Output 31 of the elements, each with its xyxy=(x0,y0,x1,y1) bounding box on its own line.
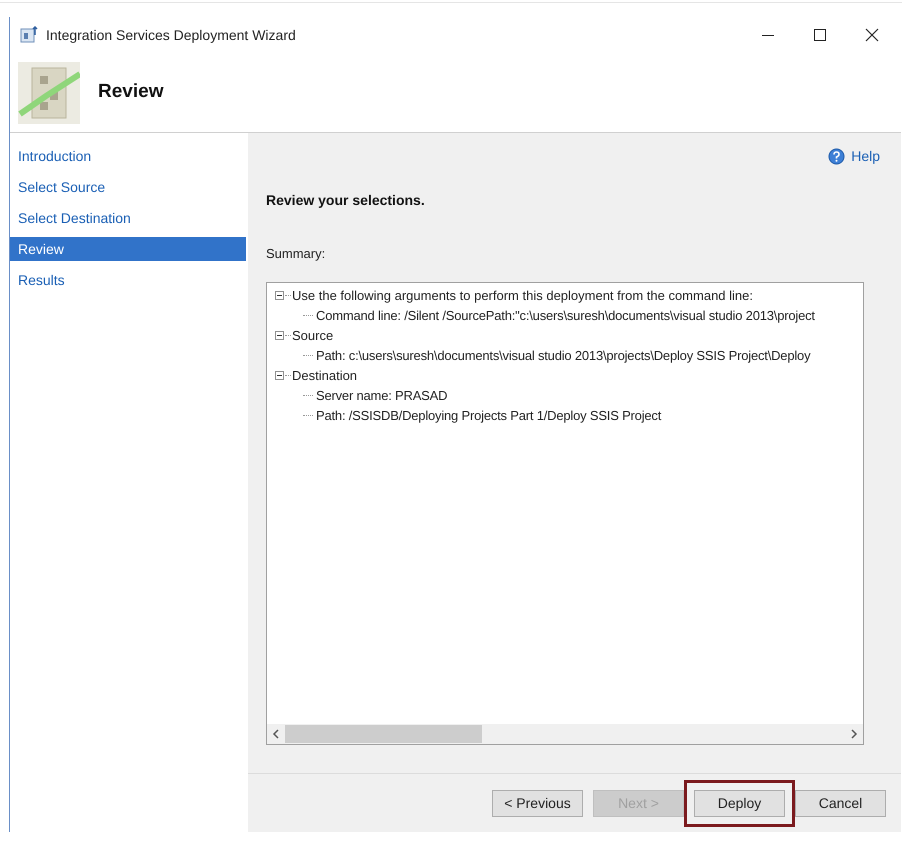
wizard-button[interactable]: < Previous xyxy=(492,790,583,816)
app-icon xyxy=(20,26,38,44)
sidebar-item[interactable]: Results xyxy=(10,268,246,292)
help-link[interactable]: Help xyxy=(828,146,880,167)
tree-node[interactable]: Use the following arguments to perform this deployment from the command line: xyxy=(292,286,753,306)
help-icon xyxy=(828,148,846,165)
close-icon[interactable] xyxy=(865,28,879,42)
horizontal-scrollbar[interactable] xyxy=(267,724,863,744)
tree-node[interactable]: Server name: PRASAD xyxy=(316,386,448,406)
wizard-button[interactable]: Deploy xyxy=(694,790,785,816)
summary-label: Summary: xyxy=(266,245,326,263)
tree-node[interactable]: Destination xyxy=(292,366,358,386)
scrollbar-thumb[interactable] xyxy=(285,724,482,742)
collapse-icon[interactable] xyxy=(275,371,284,380)
tree-node[interactable]: Path: c:\users\suresh\documents\visual studio 2013\projects\Deploy SSIS Project\Deploy xyxy=(316,346,810,366)
collapse-icon[interactable] xyxy=(275,331,284,340)
tree-node[interactable]: Source xyxy=(292,326,334,346)
scroll-left-icon[interactable] xyxy=(272,728,280,738)
window-title: Integration Services Deployment Wizard xyxy=(46,26,296,45)
tree-node[interactable]: Path: /SSISDB/Deploying Projects Part 1/Deploy SSIS Project xyxy=(316,406,662,426)
sidebar-item[interactable]: Select Destination xyxy=(10,206,246,230)
section-heading: Review your selections. xyxy=(266,191,426,210)
page-heading: Review xyxy=(98,80,164,104)
sidebar-item[interactable]: Introduction xyxy=(10,144,246,168)
sidebar-item[interactable]: Review xyxy=(10,237,246,261)
wizard-button[interactable]: Cancel xyxy=(795,790,886,816)
scroll-right-icon[interactable] xyxy=(850,728,858,738)
maximize-icon[interactable] xyxy=(813,28,827,42)
sidebar-item[interactable]: Select Source xyxy=(10,175,246,199)
collapse-icon[interactable] xyxy=(275,291,284,300)
tree-node[interactable]: Command line: /Silent /SourcePath:"c:\users\suresh\documents\visual studio 2013\project xyxy=(316,306,815,326)
